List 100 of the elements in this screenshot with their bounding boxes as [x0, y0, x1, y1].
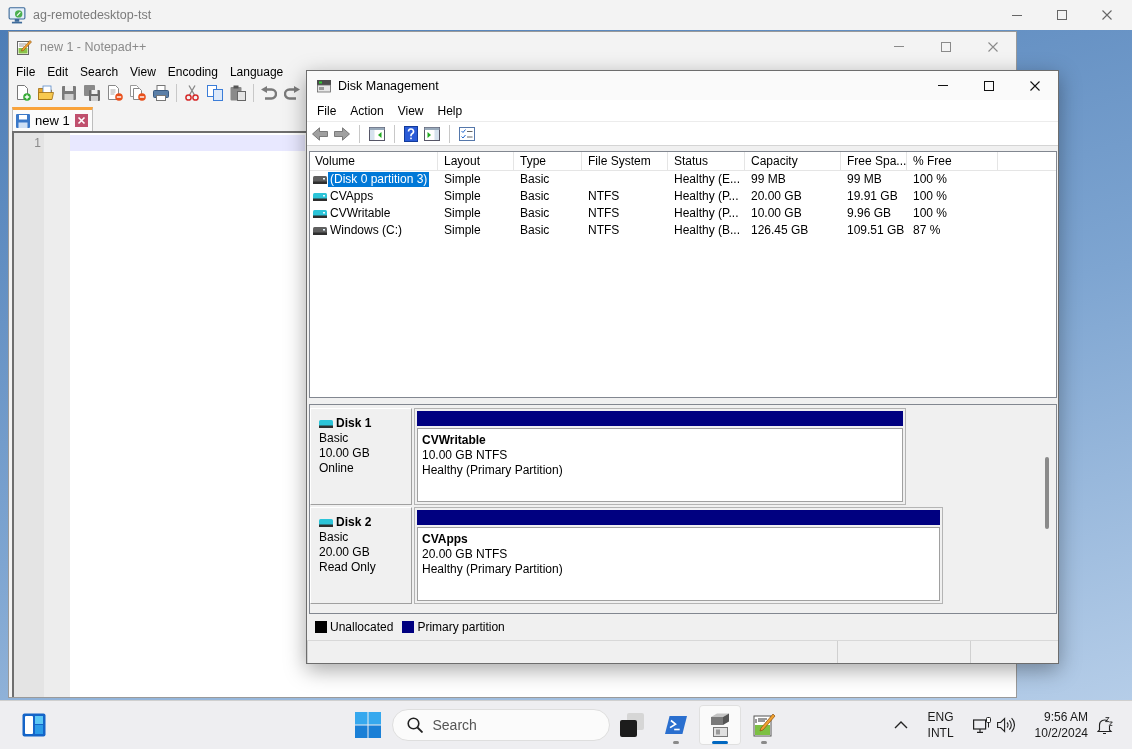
menu-item[interactable]: View [124, 64, 162, 79]
minimize-icon[interactable] [1011, 14, 1022, 16]
tab[interactable]: new 1 [12, 107, 93, 131]
disk-status: Read Only [319, 560, 377, 575]
menu-item[interactable]: Search [74, 64, 125, 79]
document-minus-icon[interactable] [107, 85, 123, 101]
notepad-icon [16, 38, 32, 55]
partition-block[interactable]: CVApps 20.00 GB NTFS Healthy (Primary Partition) [414, 507, 943, 604]
clipboard-icon[interactable] [230, 85, 246, 101]
folder-icon[interactable] [38, 85, 54, 101]
table-cell-text: 126.45 GB [750, 222, 810, 239]
line-number: 1 [33, 135, 42, 151]
table-cell-text: Simple [443, 171, 482, 188]
documents-minus-icon[interactable] [130, 85, 146, 101]
menu-item[interactable]: View [390, 103, 431, 118]
disk-size: 10.00 GB [319, 446, 371, 461]
bell-icon[interactable] [1097, 716, 1113, 734]
partition-status: Healthy (Primary Partition) [422, 562, 564, 577]
clock-button[interactable]: 9:56 AM 10/2/2024 [1034, 709, 1088, 741]
menu-item[interactable]: File [10, 64, 42, 79]
checklist-icon[interactable] [459, 126, 475, 141]
table-cell-text: Basic [519, 188, 551, 205]
scissors-icon[interactable] [184, 85, 200, 101]
menu-item[interactable]: Action [343, 103, 391, 118]
forward-arrow-icon[interactable] [334, 126, 350, 141]
scrollbar[interactable] [1045, 457, 1049, 529]
table-cell-text: NTFS [587, 205, 621, 222]
table-cell-text: Healthy (B... [673, 222, 742, 239]
menu-item[interactable]: Edit [41, 64, 75, 79]
column-header[interactable]: Status [668, 152, 745, 170]
volume-name[interactable]: (Disk 0 partition 3) [328, 172, 430, 187]
taskbar-app-button[interactable] [698, 705, 741, 745]
close-icon[interactable] [1030, 80, 1040, 91]
disk-drive-icon [316, 78, 332, 93]
table-cell-text: 10.00 GB [750, 205, 803, 222]
disk-status: Online [319, 461, 355, 476]
table-cell-text: 87 % [912, 222, 942, 239]
window-pane-icon[interactable] [369, 126, 385, 141]
legend-label: Primary partition [417, 620, 505, 634]
window-title: Disk Management [338, 78, 440, 93]
help-icon[interactable] [404, 125, 418, 142]
table-cell-text: 109.51 GB [846, 222, 906, 239]
maximize-icon[interactable] [984, 80, 994, 91]
table-cell-text: 20.00 GB [750, 188, 803, 205]
widgets-icon[interactable] [22, 713, 46, 737]
monitor-icon [8, 6, 26, 24]
partition-name: CVWritable [422, 433, 487, 448]
partition-status: Healthy (Primary Partition) [422, 463, 564, 478]
disk-name: Disk 2 [336, 515, 372, 530]
table-cell-text: 9.96 GB [846, 205, 893, 222]
window-title: new 1 - Notepad++ [40, 39, 148, 54]
printer-icon[interactable] [153, 85, 169, 101]
partition-size: 20.00 GB NTFS [422, 547, 509, 562]
terminal-icon [664, 716, 687, 734]
table-cell-text: NTFS [587, 188, 621, 205]
volume-icon[interactable] [996, 717, 1015, 733]
start-icon[interactable] [354, 712, 381, 738]
menu-item[interactable]: File [310, 103, 344, 118]
undo-icon[interactable] [261, 86, 277, 100]
volume-name[interactable]: CVApps [328, 189, 376, 204]
window-title: ag-remotedesktop-tst [33, 8, 153, 22]
disk-type: Basic [319, 431, 350, 446]
stacked-floppy-icon[interactable] [84, 85, 100, 101]
redo-icon[interactable] [284, 86, 300, 100]
disk-size: 20.00 GB [319, 545, 371, 560]
copy-icon[interactable] [207, 85, 223, 101]
column-header[interactable]: % Free [907, 152, 998, 170]
table-cell-text: Simple [443, 188, 482, 205]
column-header[interactable]: Free Spa... [841, 152, 907, 170]
table-cell-text: Healthy (P... [673, 188, 740, 205]
table-cell-text: 100 % [912, 171, 949, 188]
menu-item[interactable]: Language [223, 64, 290, 79]
column-header[interactable]: Capacity [745, 152, 841, 170]
table-cell-text: Simple [443, 205, 482, 222]
new-file-icon[interactable] [15, 85, 31, 101]
window-pane-icon[interactable] [424, 126, 440, 141]
volume-name[interactable]: CVWritable [328, 206, 393, 221]
disk-type: Basic [319, 530, 350, 545]
column-header[interactable]: File System [582, 152, 668, 170]
partition-block[interactable]: CVWritable 10.00 GB NTFS Healthy (Primary Partition) [414, 408, 906, 505]
chevron-up-icon[interactable] [893, 721, 908, 729]
minimize-icon[interactable] [893, 46, 904, 47]
floppy-icon[interactable] [61, 85, 77, 101]
menu-item[interactable]: Encoding [161, 64, 224, 79]
table-cell-text: Basic [519, 222, 551, 239]
search-field[interactable]: Search [391, 709, 610, 741]
volume-name[interactable]: Windows (C:) [328, 223, 404, 238]
search-icon [406, 717, 423, 733]
partition-size: 10.00 GB NTFS [422, 448, 509, 463]
input-language-button[interactable]: ENG INTL [927, 709, 954, 741]
table-cell-text: Simple [443, 222, 482, 239]
table-cell-text: 100 % [912, 188, 949, 205]
column-header[interactable]: Volume [310, 152, 438, 170]
back-arrow-icon[interactable] [312, 126, 328, 141]
column-header[interactable]: Layout [438, 152, 514, 170]
task-view-icon[interactable] [619, 713, 644, 737]
network-icon[interactable] [972, 717, 991, 733]
column-header[interactable]: Type [514, 152, 582, 170]
table-cell-text: 99 MB [846, 171, 883, 188]
menu-item[interactable]: Help [430, 103, 470, 118]
